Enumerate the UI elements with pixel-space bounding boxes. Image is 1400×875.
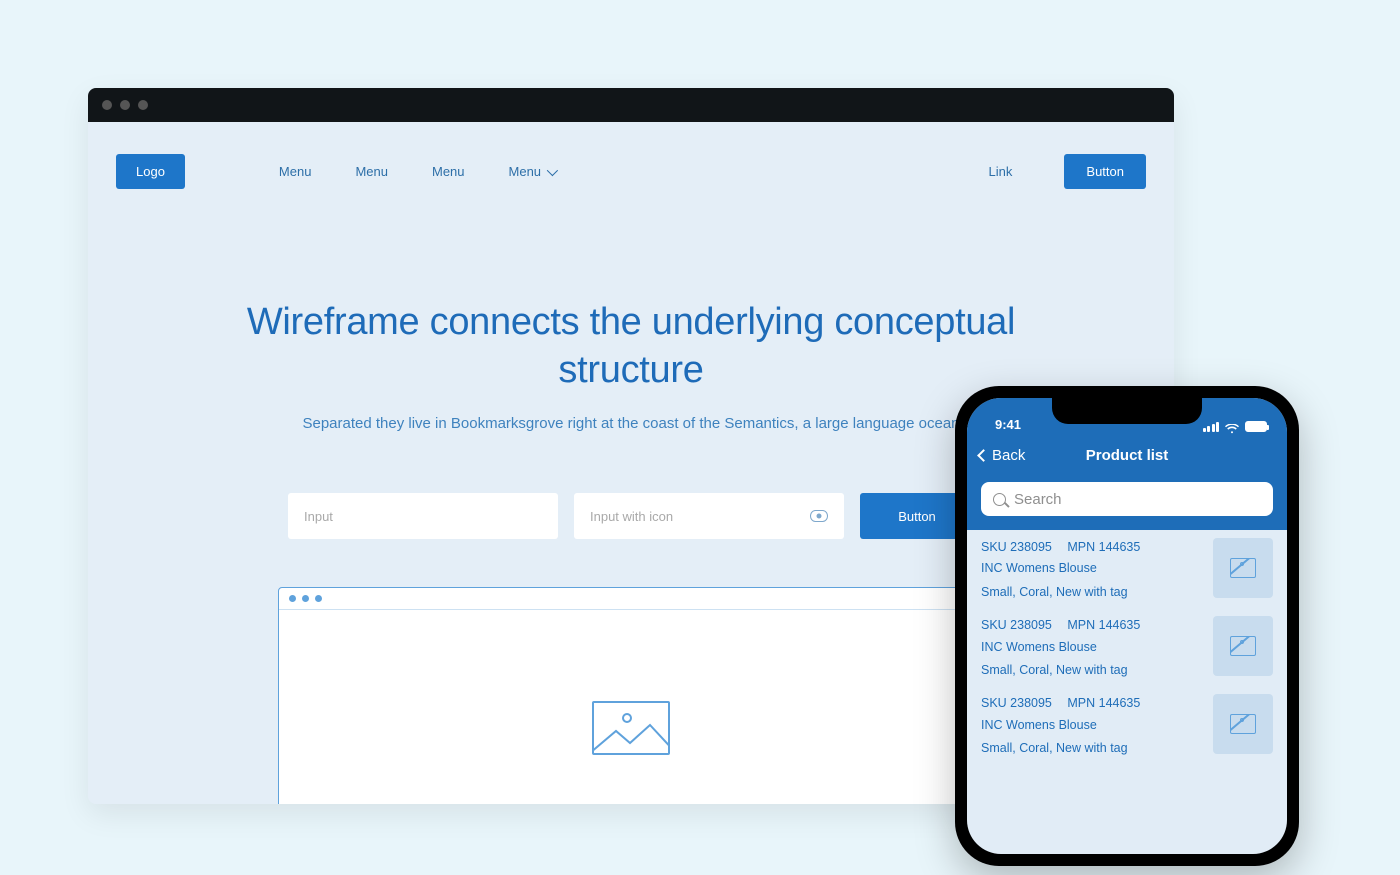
cellular-signal-icon <box>1203 422 1220 432</box>
back-button[interactable]: Back <box>979 447 1025 464</box>
list-item[interactable]: SKU 238095 MPN 144635 INC Womens Blouse … <box>981 694 1273 758</box>
embedded-browser-panel <box>278 587 984 804</box>
product-attrs: Small, Coral, New with tag <box>981 583 1152 602</box>
product-sku: SKU 238095 <box>981 618 1052 632</box>
menu-item-1[interactable]: Menu <box>279 164 312 179</box>
list-item[interactable]: SKU 238095 MPN 144635 INC Womens Blouse … <box>981 616 1273 680</box>
phone-notch <box>1052 398 1202 424</box>
phone-device: 9:41 Back Product list Search <box>955 386 1299 866</box>
product-thumbnail <box>1213 616 1273 676</box>
chevron-down-icon <box>547 164 558 175</box>
product-thumbnail <box>1213 694 1273 754</box>
nav-header: Back Product list <box>967 436 1287 474</box>
battery-icon <box>1245 421 1267 432</box>
input-with-icon[interactable]: Input with icon <box>574 493 844 539</box>
image-placeholder-icon <box>1230 558 1256 578</box>
back-label: Back <box>992 447 1025 464</box>
search-placeholder: Search <box>1014 491 1062 508</box>
page-title: Product list <box>1086 447 1169 464</box>
product-mpn: MPN 144635 <box>1067 696 1140 710</box>
logo[interactable]: Logo <box>116 154 185 189</box>
product-name: INC Womens Blouse <box>981 559 1152 578</box>
product-info: SKU 238095 MPN 144635 INC Womens Blouse … <box>981 694 1152 758</box>
traffic-light-zoom[interactable] <box>138 100 148 110</box>
phone-screen: 9:41 Back Product list Search <box>967 398 1287 854</box>
search-wrap: Search <box>967 474 1287 530</box>
image-placeholder-icon <box>592 701 670 755</box>
status-icons <box>1203 421 1268 432</box>
chevron-left-icon <box>977 449 990 462</box>
list-item[interactable]: SKU 238095 MPN 144635 INC Womens Blouse … <box>981 538 1273 602</box>
traffic-light-close[interactable] <box>102 100 112 110</box>
status-time: 9:41 <box>995 417 1021 432</box>
wifi-icon <box>1225 422 1239 432</box>
panel-dot <box>302 595 309 602</box>
product-mpn: MPN 144635 <box>1067 540 1140 554</box>
search-input[interactable]: Search <box>981 482 1273 516</box>
nav-link[interactable]: Link <box>989 164 1013 179</box>
panel-titlebar <box>279 588 983 610</box>
hero-heading: Wireframe connects the underlying concep… <box>198 299 1064 394</box>
traffic-light-minimize[interactable] <box>120 100 130 110</box>
menu-item-4-label: Menu <box>509 164 542 179</box>
panel-body <box>279 610 983 804</box>
input-plain[interactable]: Input <box>288 493 558 539</box>
product-attrs: Small, Coral, New with tag <box>981 739 1152 758</box>
eye-icon <box>810 510 828 522</box>
product-attrs: Small, Coral, New with tag <box>981 661 1152 680</box>
navbar: Logo Menu Menu Menu Menu Link Button <box>88 122 1174 189</box>
menu-item-4-dropdown[interactable]: Menu <box>509 164 556 179</box>
product-sku: SKU 238095 <box>981 696 1052 710</box>
search-icon <box>993 493 1006 506</box>
nav-button[interactable]: Button <box>1064 154 1146 189</box>
image-placeholder-icon <box>1230 714 1256 734</box>
input-placeholder: Input <box>304 509 333 524</box>
product-list: SKU 238095 MPN 144635 INC Womens Blouse … <box>967 530 1287 758</box>
product-sku: SKU 238095 <box>981 540 1052 554</box>
hero-subtitle: Separated they live in Bookmarksgrove ri… <box>198 412 1064 435</box>
image-placeholder-icon <box>1230 636 1256 656</box>
product-info: SKU 238095 MPN 144635 INC Womens Blouse … <box>981 538 1152 602</box>
product-info: SKU 238095 MPN 144635 INC Womens Blouse … <box>981 616 1152 680</box>
product-mpn: MPN 144635 <box>1067 618 1140 632</box>
product-name: INC Womens Blouse <box>981 638 1152 657</box>
product-name: INC Womens Blouse <box>981 716 1152 735</box>
panel-dot <box>315 595 322 602</box>
panel-dot <box>289 595 296 602</box>
menu-item-2[interactable]: Menu <box>355 164 388 179</box>
window-titlebar <box>88 88 1174 122</box>
menu-item-3[interactable]: Menu <box>432 164 465 179</box>
product-thumbnail <box>1213 538 1273 598</box>
input-placeholder: Input with icon <box>590 509 673 524</box>
